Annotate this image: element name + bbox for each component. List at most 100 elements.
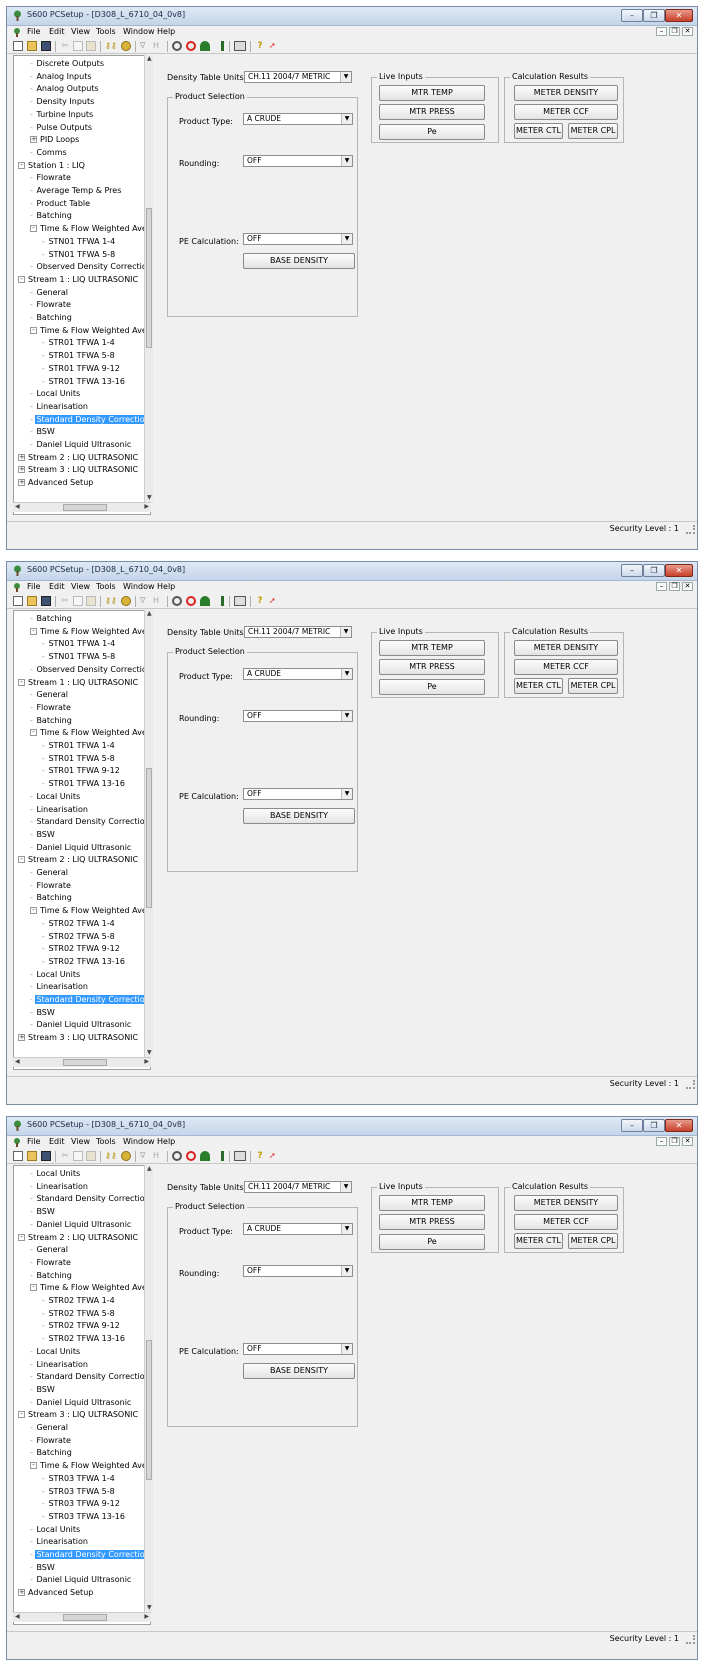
tree-item[interactable]: - Time & Flow Weighted Ave <box>30 1460 148 1473</box>
mdi-restore-button[interactable]: ❐ <box>669 27 680 36</box>
find-icon[interactable]: H <box>153 41 163 51</box>
tree-item[interactable]: - Batching <box>30 312 73 325</box>
meter-cpl-button[interactable]: METER CPL <box>568 678 618 694</box>
menu-file[interactable]: File <box>27 27 40 37</box>
transfer-icon[interactable] <box>121 596 131 606</box>
tree-item[interactable]: - Pulse Outputs <box>30 122 93 135</box>
config-tree[interactable]: - Batching - Time & Flow Weighted Ave - STN… <box>13 610 151 1070</box>
tree-vertical-scrollbar[interactable]: ▲ ▼ <box>144 1165 153 1612</box>
mtr-temp-button[interactable]: MTR TEMP <box>379 1195 485 1211</box>
scroll-up-icon[interactable]: ▲ <box>147 610 152 618</box>
meter-ctl-button[interactable]: METER CTL <box>514 123 563 139</box>
pe-button[interactable]: Pe <box>379 679 485 695</box>
tree-item[interactable]: - Time & Flow Weighted Ave <box>30 223 148 236</box>
tree-horizontal-scrollbar[interactable]: ◀ ▶ <box>13 1612 151 1622</box>
tree-horizontal-scroll-thumb[interactable] <box>63 1059 107 1066</box>
tree-item[interactable]: - BSW <box>30 1562 56 1575</box>
tree-expand-icon[interactable]: ∇ <box>140 41 150 51</box>
menu-file[interactable]: File <box>27 582 40 592</box>
collapse-icon[interactable]: - <box>18 275 25 283</box>
menu-edit[interactable]: Edit <box>49 582 65 592</box>
tree-vertical-scroll-thumb[interactable] <box>146 768 152 909</box>
mdi-close-button[interactable]: ✕ <box>682 582 693 591</box>
tree-item[interactable]: - Time & Flow Weighted Ave <box>30 626 148 639</box>
tree-item[interactable]: - STR02 TFWA 9-12 <box>42 1320 121 1333</box>
scroll-down-icon[interactable]: ▼ <box>147 1049 152 1057</box>
base-density-button[interactable]: BASE DENSITY <box>243 253 355 269</box>
exit-icon[interactable] <box>214 1151 224 1161</box>
tree-item[interactable]: - Product Table <box>30 198 91 211</box>
mdi-minimize-button[interactable]: – <box>656 1137 667 1146</box>
tree-expand-icon[interactable]: ∇ <box>140 596 150 606</box>
pe-button[interactable]: Pe <box>379 1234 485 1250</box>
open-folder-icon[interactable] <box>27 596 37 606</box>
collapse-icon[interactable]: - <box>18 1411 25 1419</box>
mdi-restore-button[interactable]: ❐ <box>669 582 680 591</box>
tree-item[interactable]: - STN01 TFWA 1-4 <box>42 638 116 651</box>
rounding-select[interactable]: OFF ▼ <box>243 710 353 722</box>
tree-item[interactable]: - Linearisation <box>30 981 89 994</box>
tree-item[interactable]: - STR03 TFWA 1-4 <box>42 1473 116 1486</box>
collapse-icon[interactable]: - <box>18 856 25 864</box>
tree-item[interactable]: - BSW <box>30 1206 56 1219</box>
tree-item[interactable]: - General <box>30 287 69 300</box>
new-file-icon[interactable] <box>13 41 23 51</box>
scroll-left-icon[interactable]: ◀ <box>15 1058 20 1066</box>
tree-item[interactable]: - Stream 3 : LIQ ULTRASONIC <box>18 1409 139 1422</box>
resize-grip-icon[interactable] <box>686 1080 695 1089</box>
tree-item[interactable]: - Flowrate <box>30 702 72 715</box>
print-icon[interactable] <box>234 596 246 606</box>
menu-view[interactable]: View <box>71 27 90 37</box>
tree-item[interactable]: - Comms <box>30 147 68 160</box>
tree-item[interactable]: - BSW <box>30 829 56 842</box>
tree-item[interactable]: - Linearisation <box>30 1181 89 1194</box>
product-type-select[interactable]: A CRUDE ▼ <box>243 113 353 125</box>
tree-item[interactable]: - Time & Flow Weighted Ave <box>30 325 148 338</box>
mtr-press-button[interactable]: MTR PRESS <box>379 659 485 675</box>
menu-tools[interactable]: Tools <box>96 27 116 37</box>
meter-ccf-button[interactable]: METER CCF <box>514 104 618 120</box>
save-icon[interactable] <box>41 596 51 606</box>
tree-item[interactable]: - General <box>30 689 69 702</box>
connect-icon[interactable]: ⚷⚷ <box>105 41 119 51</box>
find-icon[interactable]: H <box>153 1151 163 1161</box>
menu-file[interactable]: File <box>27 1137 40 1147</box>
tree-item[interactable]: + Advanced Setup <box>18 477 94 490</box>
record-icon[interactable] <box>172 41 182 51</box>
open-folder-icon[interactable] <box>27 1151 37 1161</box>
tree-item[interactable]: - Standard Density Correction <box>30 414 150 427</box>
scroll-up-icon[interactable]: ▲ <box>147 1165 152 1173</box>
tree-item[interactable]: - Linearisation <box>30 1536 89 1549</box>
tree-item[interactable]: - STN01 TFWA 5-8 <box>42 651 116 664</box>
tree-horizontal-scroll-thumb[interactable] <box>63 1614 107 1621</box>
meter-ctl-button[interactable]: METER CTL <box>514 678 563 694</box>
tree-item[interactable]: - Density Inputs <box>30 96 95 109</box>
base-density-button[interactable]: BASE DENSITY <box>243 808 355 824</box>
expand-icon[interactable]: + <box>18 479 25 487</box>
context-help-icon[interactable]: ➚ <box>269 596 279 606</box>
find-icon[interactable]: H <box>153 596 163 606</box>
tree-item[interactable]: - STN01 TFWA 1-4 <box>42 236 116 249</box>
collapse-icon[interactable]: - <box>30 326 37 334</box>
title-bar[interactable]: S600 PCSetup - [D308_L_6710_04_0v8] – ❐ … <box>7 562 697 581</box>
paste-icon[interactable] <box>86 41 96 51</box>
collapse-icon[interactable]: - <box>30 225 37 233</box>
minimize-button[interactable]: – <box>621 1119 643 1132</box>
tree-item[interactable]: - Local Units <box>30 388 81 401</box>
mdi-restore-button[interactable]: ❐ <box>669 1137 680 1146</box>
stop-icon[interactable] <box>186 596 196 606</box>
tree-item[interactable]: - Daniel Liquid Ultrasonic <box>30 842 132 855</box>
tree-item[interactable]: - STR01 TFWA 13-16 <box>42 778 126 791</box>
save-icon[interactable] <box>41 41 51 51</box>
connect-icon[interactable]: ⚷⚷ <box>105 1151 119 1161</box>
product-type-select[interactable]: A CRUDE ▼ <box>243 1223 353 1235</box>
tree-item[interactable]: - Batching <box>30 613 73 626</box>
tree-horizontal-scrollbar[interactable]: ◀ ▶ <box>13 1057 151 1067</box>
tree-item[interactable]: - STR01 TFWA 1-4 <box>42 740 116 753</box>
tree-horizontal-scroll-thumb[interactable] <box>63 504 107 511</box>
collapse-icon[interactable]: - <box>30 907 37 915</box>
pe-calculation-select[interactable]: OFF ▼ <box>243 1343 353 1355</box>
meter-density-button[interactable]: METER DENSITY <box>514 1195 618 1211</box>
menu-window[interactable]: Window <box>123 582 155 592</box>
collapse-icon[interactable]: - <box>18 161 25 169</box>
